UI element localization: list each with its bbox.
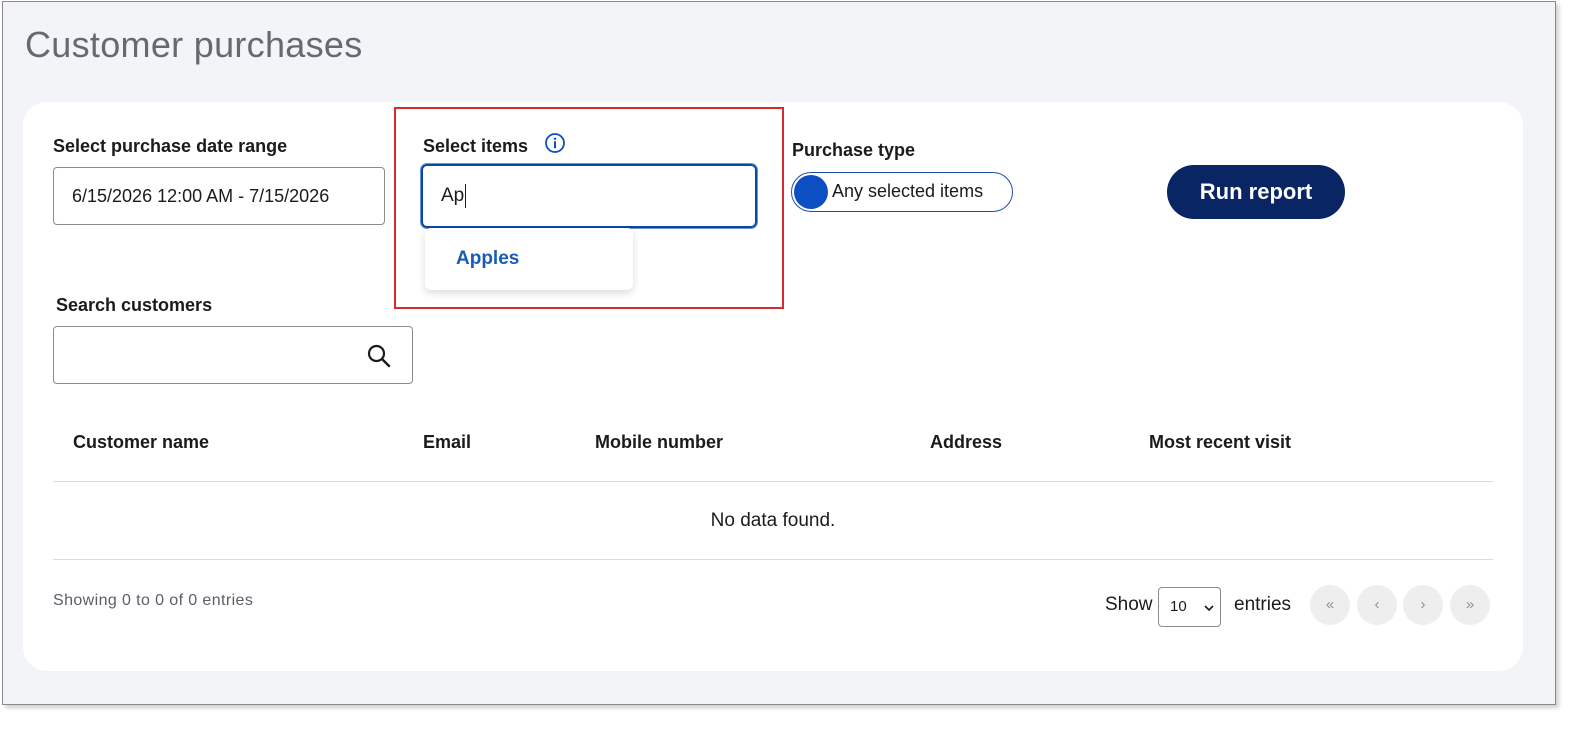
select-items-input[interactable]: Ap: [421, 164, 757, 228]
previous-page-button[interactable]: ‹: [1357, 585, 1397, 625]
chevron-down-icon: [1204, 605, 1214, 612]
page-size-select[interactable]: 10: [1158, 587, 1221, 627]
table-header-divider: [53, 481, 1493, 482]
items-suggestion-dropdown: Apples: [425, 228, 633, 290]
show-label: Show: [1105, 594, 1153, 615]
entries-label: entries: [1234, 594, 1292, 615]
purchase-type-label: Purchase type: [792, 140, 916, 160]
column-header-most-recent-visit[interactable]: Most recent visit: [1149, 432, 1291, 453]
select-items-input-value: Ap: [441, 185, 465, 206]
first-page-button[interactable]: «: [1310, 585, 1350, 625]
search-customers-label: Search customers: [56, 295, 213, 315]
date-range-label: Select purchase date range: [53, 136, 288, 156]
last-page-button[interactable]: »: [1450, 585, 1490, 625]
column-header-email[interactable]: Email: [423, 432, 471, 453]
page-size-value: 10: [1170, 598, 1187, 615]
date-range-input[interactable]: 6/15/2026 12:00 AM - 7/15/2026: [53, 167, 385, 225]
page-title: Customer purchases: [25, 24, 363, 65]
showing-entries-text: Showing 0 to 0 of 0 entries: [53, 592, 254, 609]
search-customers-input[interactable]: [53, 326, 413, 384]
info-icon[interactable]: [544, 132, 566, 154]
toggle-knob: [794, 175, 828, 209]
column-header-address[interactable]: Address: [930, 432, 1002, 453]
purchase-type-toggle[interactable]: Any selected items: [791, 172, 1013, 212]
app-window: Customer purchases Select purchase date …: [2, 1, 1556, 705]
empty-table-message: No data found.: [710, 510, 836, 531]
column-header-mobile-number[interactable]: Mobile number: [595, 432, 723, 453]
toggle-label: Any selected items: [832, 181, 984, 201]
suggestion-item-apples[interactable]: Apples: [456, 248, 519, 270]
run-report-button[interactable]: Run report: [1167, 165, 1345, 219]
text-caret: [465, 183, 467, 208]
search-icon[interactable]: [366, 343, 392, 369]
table-footer-divider: [53, 559, 1493, 560]
next-page-button[interactable]: ›: [1403, 585, 1443, 625]
column-header-customer-name[interactable]: Customer name: [73, 432, 209, 453]
select-items-label: Select items: [423, 136, 529, 156]
report-card: Select purchase date range 6/15/2026 12:…: [23, 102, 1523, 671]
